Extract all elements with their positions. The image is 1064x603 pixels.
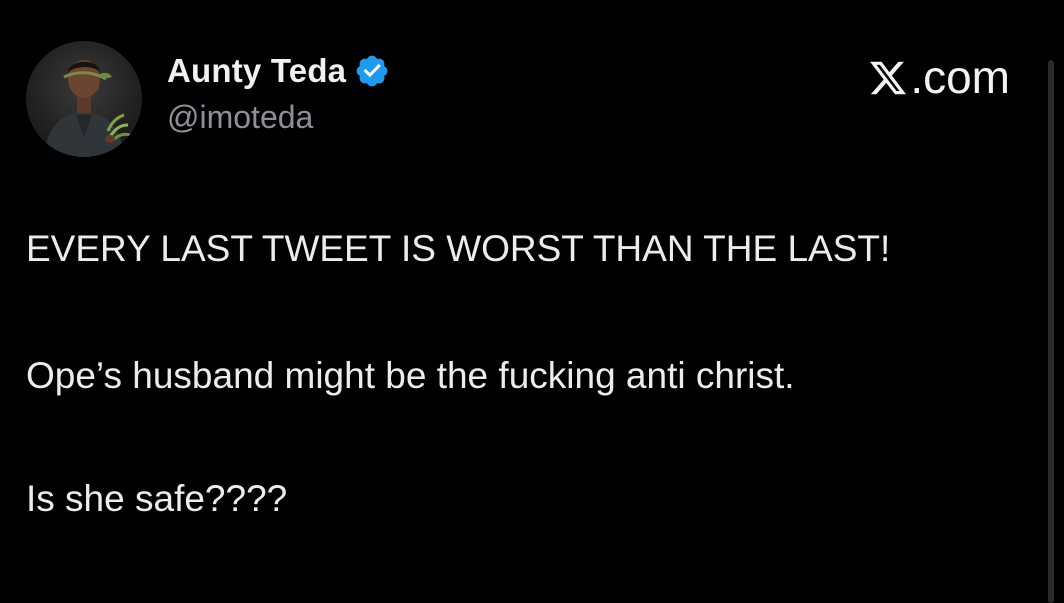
verified-badge-icon — [354, 53, 390, 89]
tweet-text-line-1: EVERY LAST TWEET IS WORST THAN THE LAST! — [26, 228, 891, 269]
brand-watermark: .com — [868, 50, 1010, 104]
x-logo-icon — [868, 55, 908, 95]
scrollbar[interactable] — [1048, 60, 1054, 603]
brand-domain-text: .com — [910, 51, 1010, 103]
tweet-text-line-2: Ope’s husband might be the fucking anti … — [26, 355, 795, 396]
tweet-text-line-3: Is she safe???? — [26, 478, 288, 519]
tweet-card: Aunty Teda @imoteda .com EVERY LAST TWEE… — [0, 0, 1064, 603]
avatar-image — [26, 41, 142, 157]
author-name-row[interactable]: Aunty Teda — [167, 49, 390, 93]
avatar[interactable] — [26, 41, 142, 157]
author-handle[interactable]: @imoteda — [167, 99, 313, 136]
display-name[interactable]: Aunty Teda — [167, 52, 346, 90]
